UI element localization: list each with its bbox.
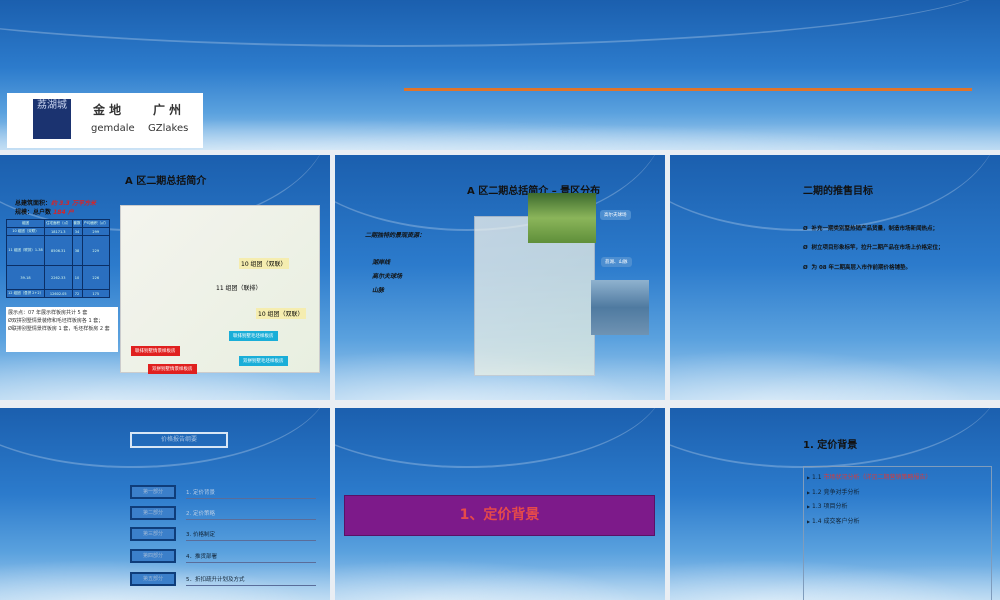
slide-title: 1. 定价背景 <box>803 440 858 451</box>
subtitle: 二期独特的景观资源： <box>365 232 426 239</box>
slide-4[interactable]: 价格报告纲要 第一部分 1. 定价背景 第二部分 2. 定价策略 第三部分 3.… <box>0 408 330 600</box>
slide-title: 二期的推售目标 <box>803 186 873 197</box>
list-item: 高尔夫球场 <box>372 273 403 280</box>
map-label: 10 组团（双联） <box>256 308 306 319</box>
list-item: 湖岸线 <box>372 259 391 266</box>
site-map: 10 组团（双联） 11 组团（联排） 10 组团（双联） 联排别墅毛坯样板房 … <box>120 205 320 374</box>
slide-3[interactable]: 二期的推售目标 Ø 补充一期类别墅热销产品货量，制造市场新闻热点； Ø 树立项目… <box>670 155 1000 400</box>
logo-cn-1: 金 地 <box>93 103 122 117</box>
topic-box: ▶ 1.1 市场状况分析（详见二期营销策略报告） ▶ 1.2 竞争对手分析 ▶ … <box>803 466 992 600</box>
slide-title: A 区二期总括简介 <box>125 176 207 187</box>
golf-photo <box>528 193 596 243</box>
bullet-item: Ø 为 08 年二期高层入市作前期价格铺垫。 <box>803 265 912 271</box>
cover-slide[interactable]: 荔湖城 金 地 广 州 gemdale GZlakes <box>0 0 1000 150</box>
slide-1[interactable]: A 区二期总括简介 总建筑面积：约 3.3 万平方米 规模：总户数 184 户 … <box>0 155 330 400</box>
bullet-item: Ø 补充一期类别墅热销产品货量，制造市场新闻热点； <box>803 226 939 232</box>
logo-en-1: gemdale <box>91 123 135 134</box>
part-1[interactable]: 第一部分 <box>130 485 176 499</box>
map-label: 11 组团（联排） <box>216 285 262 292</box>
logo-mark: 荔湖城 <box>33 99 71 139</box>
scale-line: 规模：总户数 184 户 <box>15 209 74 216</box>
callout-lake: 荔湖、山脉 <box>601 257 632 267</box>
slide-2[interactable]: A 区二期总括简介 – 景区分布 二期独特的景观资源： 湖岸线 高尔夫球场 山脉… <box>335 155 665 400</box>
bullet-item: Ø 树立项目形象标竿，拉升二期产品在市场上价格定位； <box>803 245 944 251</box>
tag-duplex-decor: 双拼别墅情景样板房 <box>148 364 197 374</box>
part-5[interactable]: 第五部分 <box>130 572 176 586</box>
callout-golf: 高尔夫球场 <box>600 210 631 220</box>
topic-item[interactable]: ▶ 1.1 市场状况分析（详见二期营销策略报告） <box>807 471 988 486</box>
part-3-label: 3. 价格制定 <box>186 530 316 541</box>
part-4-label: 4．推货部署 <box>186 552 316 563</box>
section-banner: 1、定价背景 <box>344 495 655 536</box>
note-box: 展示点：07 年展示样板房共计 5 套 Ø双拼别墅情景装修和毛坯样板房各 1 套；… <box>6 307 118 352</box>
accent-line <box>404 88 972 91</box>
part-1-label: 1. 定价背景 <box>186 488 316 499</box>
outline-title: 价格报告纲要 <box>130 432 228 448</box>
part-5-label: 5．折扣疏升计划及方式 <box>186 575 316 586</box>
part-3[interactable]: 第三部分 <box>130 527 176 541</box>
list-item: 山脉 <box>372 287 385 294</box>
tag-duplex-raw: 双拼别墅毛坯样板房 <box>239 356 288 366</box>
tag-townhouse-decor: 联排别墅情景样板房 <box>131 346 180 356</box>
group-table: 组团 住宅面积（㎡） 套数 户均面积（㎡） 10 组团（双联） 18171.3 34 299… <box>5 219 110 298</box>
topic-item[interactable]: ▶ 1.2 竞争对手分析 <box>807 486 988 501</box>
slide-5[interactable]: 1、定价背景 <box>335 408 665 600</box>
topic-item[interactable]: ▶ 1.4 成交客户分析 <box>807 515 988 530</box>
slide-6[interactable]: 1. 定价背景 ▶ 1.1 市场状况分析（详见二期营销策略报告） ▶ 1.2 竞… <box>670 408 1000 600</box>
logo-cn-2: 广 州 <box>153 103 182 117</box>
logo-box: 荔湖城 金 地 广 州 gemdale GZlakes <box>7 93 203 148</box>
topic-item[interactable]: ▶ 1.3 项目分析 <box>807 500 988 515</box>
area-line: 总建筑面积：约 3.3 万平方米 <box>15 200 96 207</box>
map-label: 10 组团（双联） <box>239 258 289 269</box>
part-2[interactable]: 第二部分 <box>130 506 176 520</box>
part-2-label: 2. 定价策略 <box>186 509 316 520</box>
lake-photo <box>591 280 649 335</box>
part-4[interactable]: 第四部分 <box>130 549 176 563</box>
logo-en-2: GZlakes <box>148 123 189 134</box>
tag-townhouse-raw: 联排别墅毛坯样板房 <box>229 331 278 341</box>
